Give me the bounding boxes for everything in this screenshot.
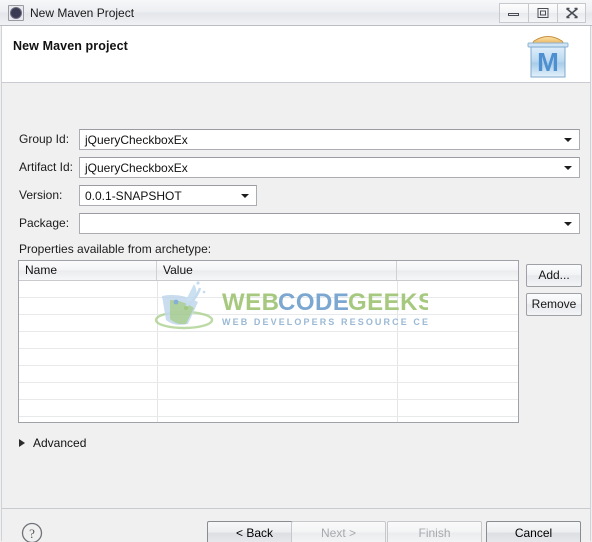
- page-title: New Maven project: [13, 39, 128, 53]
- help-icon[interactable]: ?: [21, 522, 43, 542]
- table-row[interactable]: [19, 332, 518, 349]
- minimize-button[interactable]: [499, 3, 528, 23]
- table-header-row: Name Value: [19, 261, 518, 281]
- back-button[interactable]: < Back: [207, 521, 302, 542]
- group-id-label: Group Id:: [19, 132, 69, 146]
- table-row[interactable]: [19, 366, 518, 383]
- window-title: New Maven Project: [30, 4, 134, 22]
- table-row[interactable]: [19, 315, 518, 332]
- chevron-down-icon[interactable]: [564, 166, 572, 170]
- cancel-button[interactable]: Cancel: [486, 521, 581, 542]
- group-id-value: jQueryCheckboxEx: [85, 133, 188, 147]
- table-row[interactable]: [19, 400, 518, 417]
- maximize-button[interactable]: [528, 3, 557, 23]
- advanced-section-toggle[interactable]: Advanced: [19, 435, 86, 451]
- form-row-artifact-id: Artifact Id: jQueryCheckboxEx: [2, 157, 590, 178]
- properties-table[interactable]: Name Value: [18, 260, 519, 423]
- table-row[interactable]: [19, 281, 518, 298]
- form-row-group-id: Group Id: jQueryCheckboxEx: [2, 129, 590, 150]
- next-button: Next >: [291, 521, 386, 542]
- svg-text:M: M: [537, 47, 559, 77]
- advanced-label: Advanced: [33, 436, 86, 450]
- title-bar: New Maven Project: [0, 0, 592, 26]
- new-maven-project-dialog: New Maven Project New Maven proj: [0, 0, 592, 542]
- maven-gear-icon: [8, 5, 24, 21]
- artifact-id-combo[interactable]: jQueryCheckboxEx: [79, 157, 580, 178]
- group-id-combo[interactable]: jQueryCheckboxEx: [79, 129, 580, 150]
- svg-text:?: ?: [29, 526, 35, 541]
- close-button[interactable]: [557, 3, 586, 23]
- table-row[interactable]: [19, 383, 518, 400]
- button-bar: ? < Back Next > Finish Cancel: [2, 509, 590, 542]
- artifact-id-label: Artifact Id:: [19, 160, 73, 174]
- chevron-down-icon[interactable]: [564, 138, 572, 142]
- table-row[interactable]: [19, 298, 518, 315]
- version-combo[interactable]: 0.0.1-SNAPSHOT: [79, 185, 257, 206]
- remove-property-button[interactable]: Remove: [526, 293, 582, 316]
- chevron-down-icon[interactable]: [241, 194, 249, 198]
- column-header-name[interactable]: Name: [19, 261, 157, 280]
- add-property-button[interactable]: Add...: [526, 264, 582, 287]
- package-label: Package:: [19, 216, 69, 230]
- chevron-down-icon[interactable]: [564, 222, 572, 226]
- dialog-client-area: New Maven project: [1, 26, 591, 541]
- window-controls: [499, 3, 586, 23]
- chevron-right-icon: [19, 439, 25, 447]
- properties-label: Properties available from archetype:: [19, 242, 211, 256]
- package-combo[interactable]: [79, 213, 580, 234]
- column-header-value[interactable]: Value: [157, 261, 397, 280]
- form-row-version: Version: 0.0.1-SNAPSHOT: [2, 185, 590, 206]
- finish-button: Finish: [387, 521, 482, 542]
- table-row[interactable]: [19, 349, 518, 366]
- wizard-banner: New Maven project: [2, 26, 590, 83]
- column-header-extra[interactable]: [397, 261, 518, 280]
- artifact-id-value: jQueryCheckboxEx: [85, 161, 188, 175]
- maven-project-icon: M: [519, 27, 577, 83]
- form-row-package: Package:: [2, 213, 590, 234]
- version-value: 0.0.1-SNAPSHOT: [85, 189, 182, 203]
- version-label: Version:: [19, 188, 62, 202]
- table-body: [19, 281, 518, 417]
